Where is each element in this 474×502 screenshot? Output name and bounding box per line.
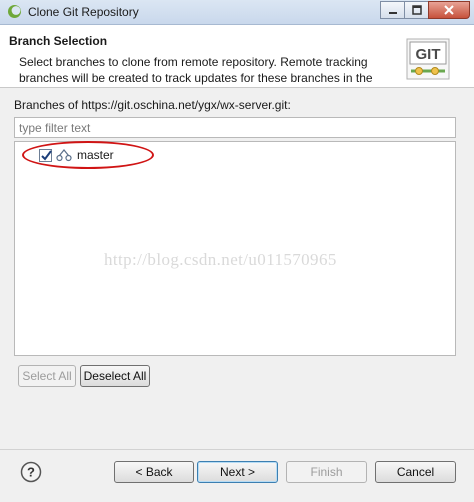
minimize-button[interactable] — [380, 1, 405, 19]
wizard-header: Branch Selection Select branches to clon… — [0, 25, 474, 88]
footer-divider — [0, 449, 474, 450]
minimize-icon — [388, 12, 397, 14]
check-icon — [41, 149, 52, 161]
finish-button[interactable]: Finish — [286, 461, 367, 483]
branch-list[interactable]: master — [14, 141, 456, 356]
maximize-button[interactable] — [404, 1, 429, 19]
close-button[interactable] — [428, 1, 470, 19]
close-icon — [444, 5, 454, 15]
page-description: Select branches to clone from remote rep… — [19, 55, 373, 85]
git-logo-icon: GIT — [406, 38, 450, 80]
next-button[interactable]: Next > — [197, 461, 278, 483]
branch-checkbox[interactable] — [39, 148, 52, 162]
select-all-button[interactable]: Select All — [18, 365, 76, 387]
branches-label: Branches of https://git.oschina.net/ygx/… — [14, 98, 291, 112]
page-title: Branch Selection — [9, 34, 108, 48]
cancel-button[interactable]: Cancel — [375, 461, 456, 483]
maximize-icon — [411, 5, 422, 15]
window-controls — [380, 1, 470, 19]
list-item[interactable]: master — [19, 146, 114, 164]
branch-name: master — [77, 148, 114, 162]
window-title: Clone Git Repository — [28, 5, 139, 19]
back-button[interactable]: < Back — [114, 461, 194, 483]
watermark-text: http://blog.csdn.net/u011570965 — [104, 250, 337, 269]
branch-icon — [56, 149, 72, 162]
eclipse-icon — [8, 5, 21, 18]
deselect-all-button[interactable]: Deselect All — [80, 365, 150, 387]
filter-input[interactable] — [14, 117, 456, 138]
help-button[interactable]: ? — [20, 461, 42, 483]
git-logo-text: GIT — [416, 46, 441, 63]
title-bar: Clone Git Repository — [0, 0, 474, 25]
help-icon: ? — [27, 465, 35, 480]
